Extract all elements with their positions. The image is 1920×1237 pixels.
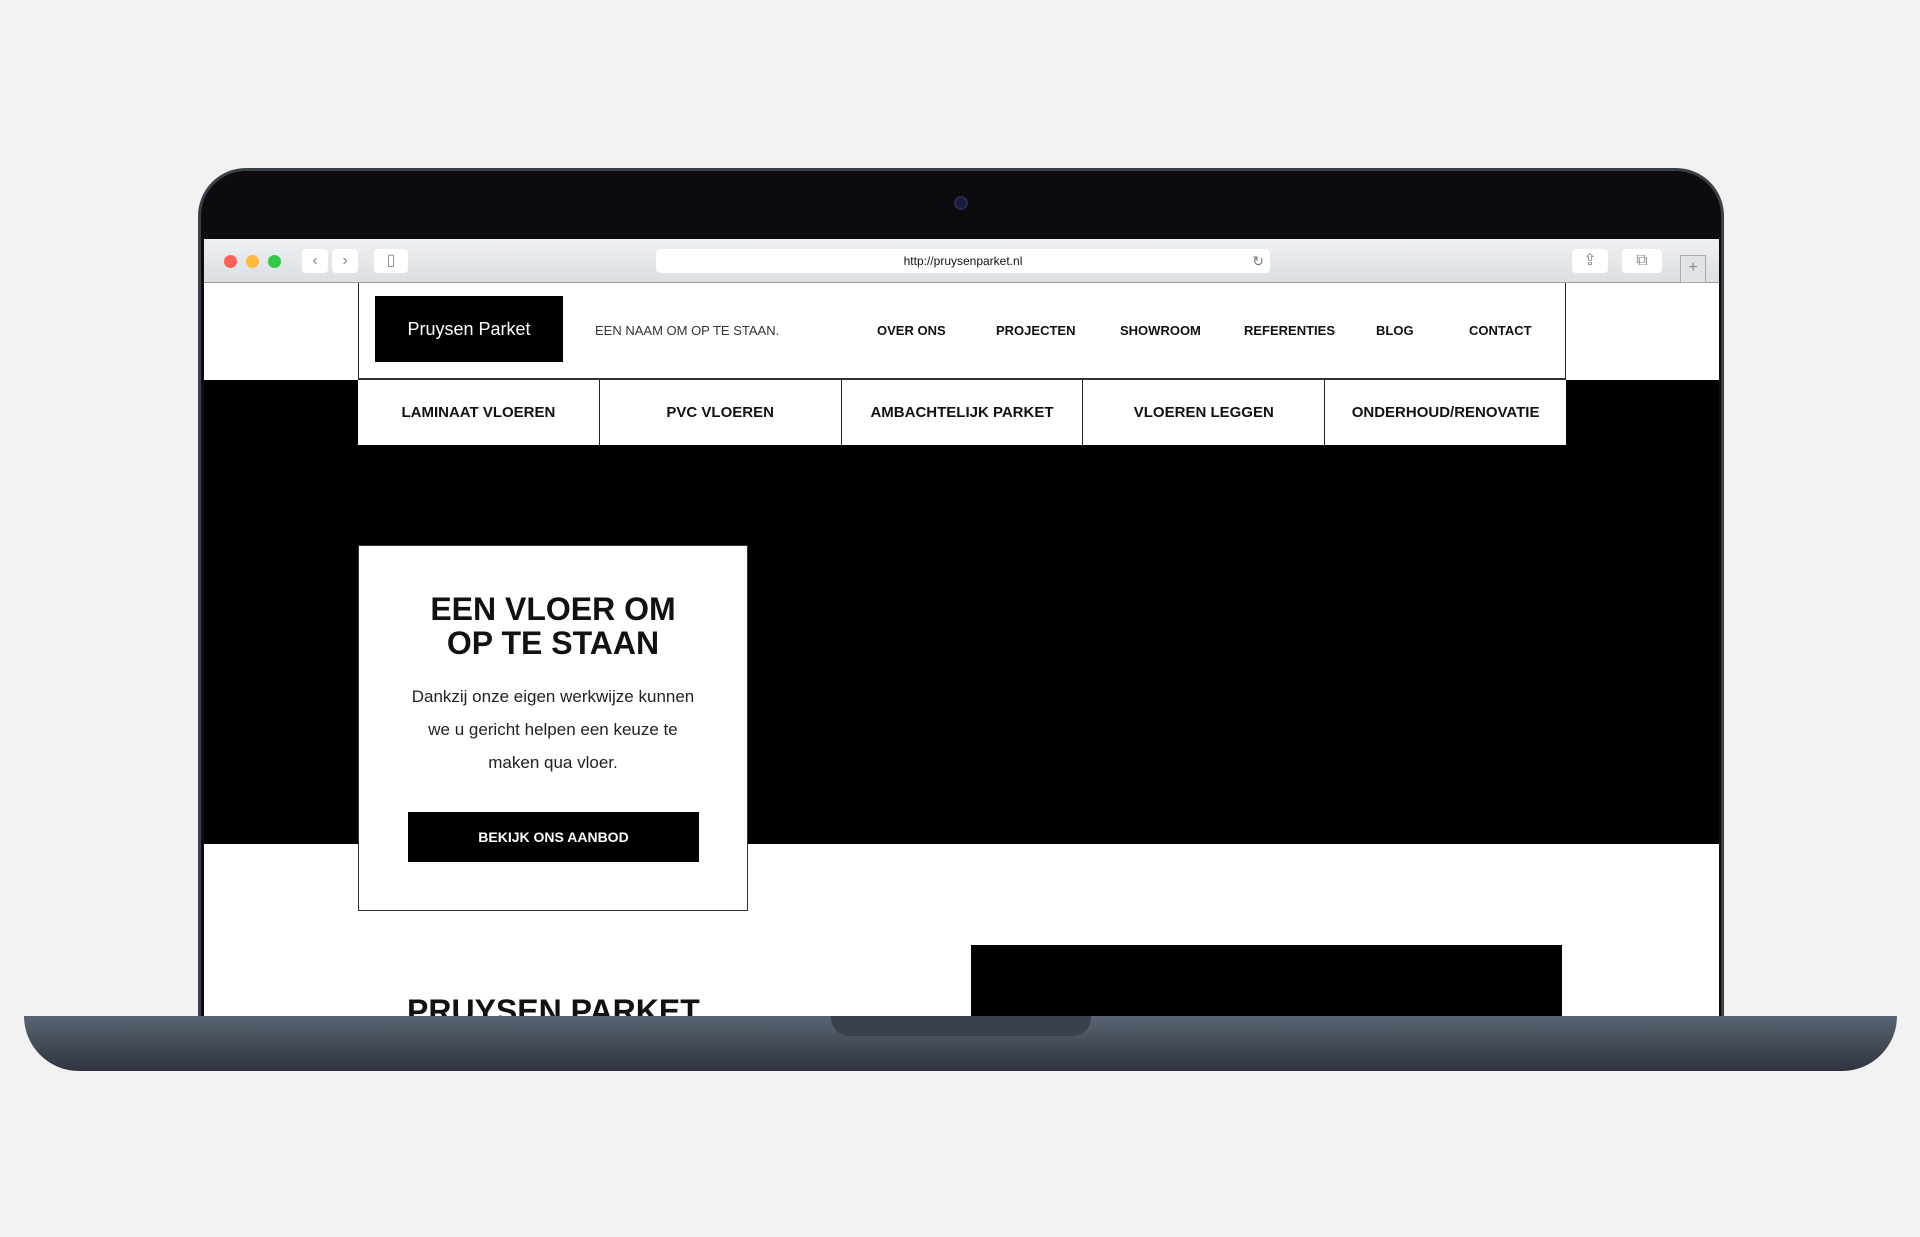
nav-contact[interactable]: CONTACT (1469, 323, 1532, 338)
site-header: Pruysen Parket EEN NAAM OM OP TE STAAN. … (358, 283, 1566, 380)
camera-icon (954, 196, 968, 210)
section-image (971, 945, 1562, 1016)
url-text: http://pruysenparket.nl (903, 254, 1023, 268)
sidebar-icon[interactable]: ▯ (374, 249, 408, 273)
nav-projecten[interactable]: PROJECTEN (996, 323, 1075, 338)
logo[interactable]: Pruysen Parket (375, 296, 563, 362)
nav-over-ons[interactable]: OVER ONS (877, 323, 946, 338)
browser-toolbar: ‹ › ▯ http://pruysenparket.nl ↻ ⇪ ⧉ + (204, 239, 1719, 283)
address-bar[interactable]: http://pruysenparket.nl ↻ (656, 249, 1270, 273)
new-tab-icon[interactable]: + (1680, 255, 1706, 283)
category-nav: LAMINAAT VLOEREN PVC VLOEREN AMBACHTELIJ… (358, 380, 1566, 445)
nav-blog[interactable]: BLOG (1376, 323, 1414, 338)
nav-referenties[interactable]: REFERENTIES (1244, 323, 1335, 338)
forward-icon[interactable]: › (332, 249, 358, 273)
tabs-icon[interactable]: ⧉ (1622, 249, 1662, 273)
nav-showroom[interactable]: SHOWROOM (1120, 323, 1201, 338)
hero-text: Dankzij onze eigen werkwijze kunnen we u… (411, 687, 695, 772)
hero-title: EEN VLOER OM OP TE STAAN (430, 591, 676, 661)
hero-card: EEN VLOER OM OP TE STAAN Dankzij onze eig… (358, 545, 748, 911)
section-title: PRUYSEN PARKET (407, 993, 700, 1016)
laptop-notch (831, 1016, 1091, 1036)
category-parket[interactable]: AMBACHTELIJK PARKET (842, 380, 1084, 445)
tagline: EEN NAAM OM OP TE STAAN. (595, 323, 780, 338)
close-dot-icon[interactable] (224, 255, 237, 268)
category-pvc[interactable]: PVC VLOEREN (600, 380, 842, 445)
browser-window: ‹ › ▯ http://pruysenparket.nl ↻ ⇪ ⧉ + Pru… (204, 239, 1719, 1016)
share-icon[interactable]: ⇪ (1572, 249, 1608, 273)
back-icon[interactable]: ‹ (302, 249, 328, 273)
web-page: Pruysen Parket EEN NAAM OM OP TE STAAN. … (204, 283, 1719, 1016)
reload-icon[interactable]: ↻ (1252, 249, 1264, 273)
minimize-dot-icon[interactable] (246, 255, 259, 268)
zoom-dot-icon[interactable] (268, 255, 281, 268)
view-offer-button[interactable]: BEKIJK ONS AANBOD (408, 812, 699, 862)
category-leggen[interactable]: VLOEREN LEGGEN (1083, 380, 1326, 445)
category-onderhoud[interactable]: ONDERHOUD/RENOVATIE (1325, 380, 1566, 445)
category-laminaat[interactable]: LAMINAAT VLOEREN (358, 380, 600, 445)
